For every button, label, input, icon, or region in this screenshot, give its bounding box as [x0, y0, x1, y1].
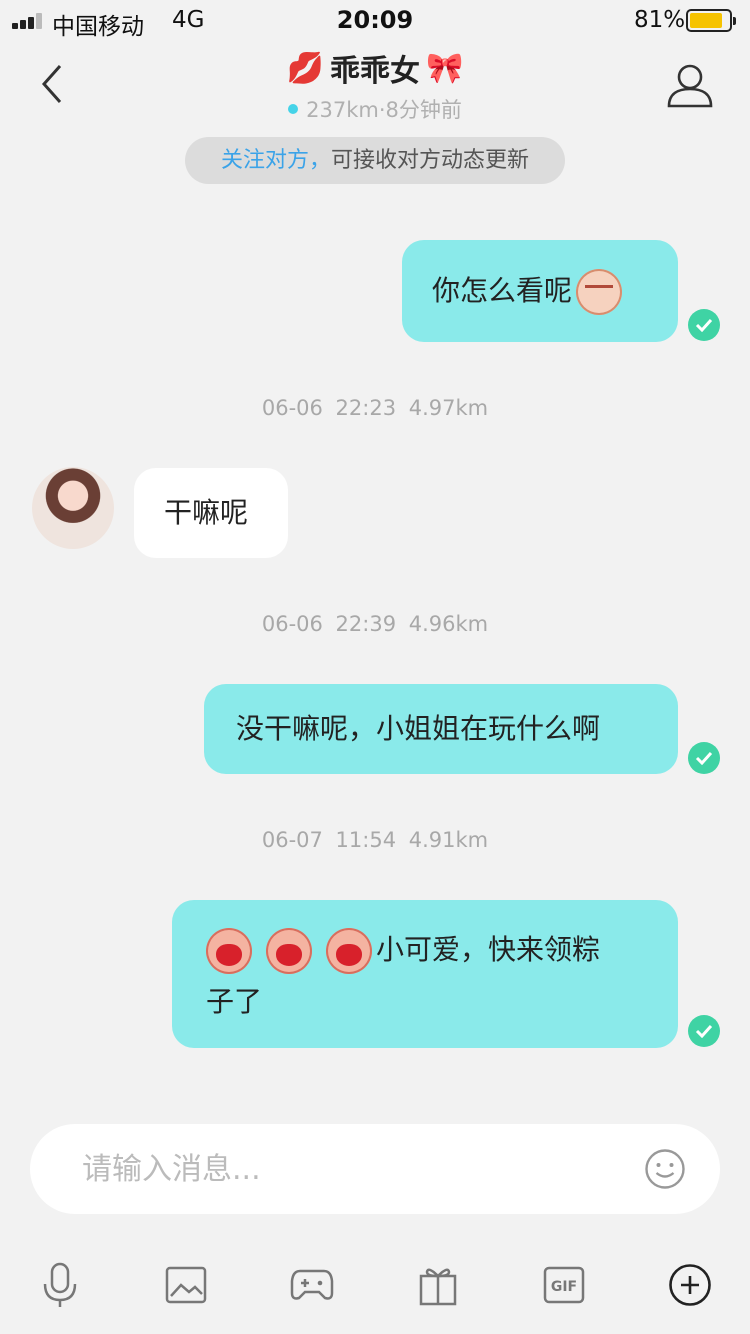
- microphone-icon: [43, 1262, 77, 1307]
- emoji-button[interactable]: [644, 1148, 686, 1190]
- shouting-face-icon: [206, 928, 252, 974]
- message-bubble-received[interactable]: 干嘛呢: [134, 468, 288, 558]
- message-input-bar: [30, 1124, 720, 1214]
- shouting-face-icon: [326, 928, 372, 974]
- message-meta: 06-06 22:23 4.97km: [0, 396, 750, 420]
- gift-icon: [419, 1268, 457, 1306]
- read-check-icon: [688, 742, 720, 774]
- ribbon-emoji-icon: 🎀: [426, 50, 464, 86]
- voice-button[interactable]: [33, 1258, 87, 1312]
- message-timestamp: 06-06 22:39: [261, 612, 397, 636]
- gif-icon: GIF: [543, 1266, 585, 1304]
- contact-status: 237km·8分钟前: [288, 94, 462, 124]
- message-timestamp: 06-07 11:54: [261, 828, 397, 852]
- gamepad-icon: [290, 1269, 334, 1300]
- sly-face-icon: [576, 269, 623, 315]
- message-distance: 4.91km: [408, 828, 489, 852]
- follow-tip-text: 可接收对方动态更新: [331, 148, 530, 173]
- message-text: 没干嘛呢，小姐姐在玩什么啊: [236, 712, 601, 745]
- read-check-icon: [688, 1015, 720, 1047]
- smile-icon: [645, 1149, 685, 1189]
- gif-label: GIF: [551, 1279, 577, 1295]
- battery-percent: 81%: [634, 7, 686, 33]
- follow-tip[interactable]: 关注对方，可接收对方动态更新: [185, 137, 565, 184]
- message-bubble-sent[interactable]: 没干嘛呢，小姐姐在玩什么啊: [204, 684, 678, 774]
- follow-link[interactable]: 关注对方，: [221, 148, 331, 173]
- distance-last-seen: 237km·8分钟前: [306, 98, 462, 122]
- gift-button[interactable]: [411, 1258, 465, 1312]
- gif-button[interactable]: GIF: [537, 1258, 591, 1312]
- message-text: 你怎么看呢: [432, 274, 573, 307]
- message-timestamp: 06-06 22:23: [261, 396, 397, 420]
- profile-button[interactable]: [666, 62, 714, 110]
- image-icon: [165, 1266, 207, 1304]
- online-dot-icon: [288, 104, 299, 114]
- plus-icon: [669, 1264, 711, 1306]
- message-distance: 4.96km: [408, 612, 489, 636]
- message-input[interactable]: [82, 1142, 622, 1196]
- message-bubble-sent[interactable]: 小可爱，快来领粽 子了: [172, 900, 678, 1048]
- chat-header: 💋 乖乖女 🎀 237km·8分钟前: [0, 46, 750, 124]
- status-bar: 中国移动 4G 20:09 81%: [0, 0, 750, 40]
- message-text-line1: 小可爱，快来领粽: [376, 933, 601, 966]
- photo-button[interactable]: [159, 1258, 213, 1312]
- message-text: 干嘛呢: [164, 496, 249, 529]
- user-icon: [667, 64, 713, 108]
- message-text-line2: 子了: [206, 985, 263, 1018]
- message-bubble-sent[interactable]: 你怎么看呢: [402, 240, 678, 342]
- contact-name-text: 乖乖女: [330, 54, 420, 89]
- contact-avatar[interactable]: [32, 467, 114, 549]
- message-meta: 06-06 22:39 4.96km: [0, 612, 750, 636]
- message-meta: 06-07 11:54 4.91km: [0, 828, 750, 852]
- lips-emoji-icon: 💋: [286, 50, 324, 86]
- game-button[interactable]: [285, 1258, 339, 1312]
- chat-toolbar: GIF: [0, 1258, 750, 1312]
- more-button[interactable]: [663, 1258, 717, 1312]
- contact-name[interactable]: 💋 乖乖女 🎀: [287, 46, 464, 90]
- read-check-icon: [688, 309, 720, 341]
- message-distance: 4.97km: [408, 396, 489, 420]
- shouting-face-icon: [266, 928, 312, 974]
- battery-icon: [686, 9, 736, 32]
